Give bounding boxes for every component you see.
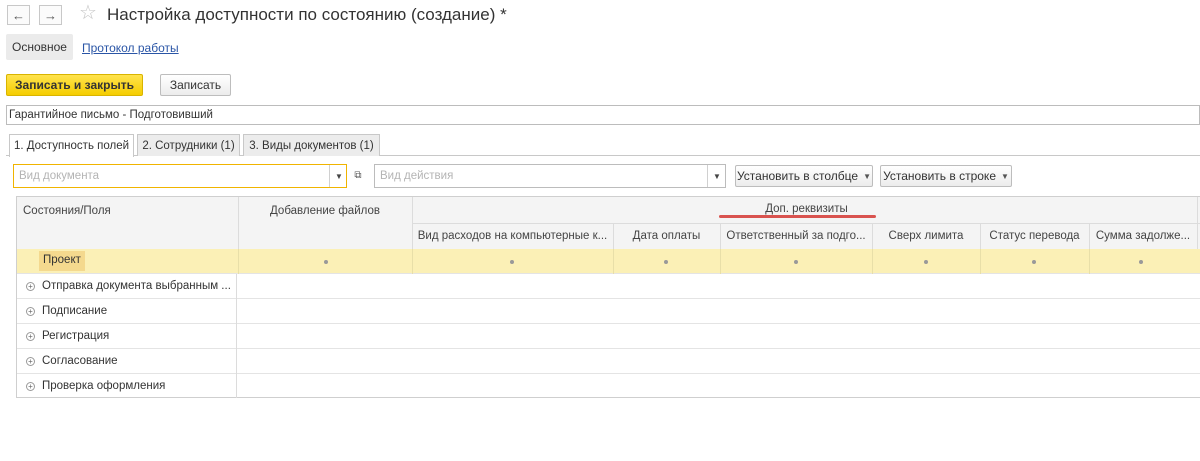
dropdown-caret-icon[interactable]: ▼ (329, 165, 348, 187)
access-dot-icon[interactable] (794, 260, 798, 264)
col-header-states[interactable]: Состояния/Поля (23, 205, 111, 217)
column-divider (980, 249, 981, 274)
access-dot-icon[interactable] (1032, 260, 1036, 264)
col-header-extra[interactable]: Вид расходов на компьютерные к... (412, 224, 613, 249)
open-icon[interactable]: ⧉ (350, 166, 366, 184)
row-label: Проверка оформления (42, 380, 166, 392)
column-divider (1197, 197, 1198, 249)
column-divider (872, 249, 873, 274)
set-in-column-label: Установить в столбце (736, 169, 859, 183)
column-divider (720, 224, 721, 249)
table-row[interactable]: + Отправка документа выбранным ... (17, 274, 1200, 299)
col-header-extra[interactable]: Ответственный за подго... (720, 224, 872, 249)
column-divider (236, 324, 237, 349)
tab-document-types[interactable]: 3. Виды документов (1) (243, 134, 380, 156)
col-header-add-files[interactable]: Добавление файлов (238, 197, 412, 249)
forward-button[interactable]: → (39, 5, 62, 25)
row-label: Согласование (42, 355, 118, 367)
column-divider (412, 249, 413, 274)
table-row[interactable]: + Согласование (17, 349, 1200, 374)
arrow-left-icon: ← (12, 7, 25, 23)
col-group-extra-attributes[interactable]: Доп. реквизиты (412, 197, 1200, 223)
star-icon[interactable]: ☆ (79, 3, 97, 23)
document-type-combo[interactable]: Вид документа ▼ (13, 164, 347, 188)
column-divider (1089, 224, 1090, 249)
col-header-extra[interactable]: Дата оплаты (613, 224, 720, 249)
table-row[interactable]: + Регистрация (17, 324, 1200, 349)
column-divider (613, 224, 614, 249)
document-type-placeholder: Вид документа (19, 170, 100, 182)
name-field[interactable]: Гарантийное письмо - Подготовивший (6, 105, 1200, 125)
row-label: Проект (39, 251, 85, 271)
action-type-placeholder: Вид действия (380, 170, 454, 182)
set-in-row-button[interactable]: Установить в строке ▼ (880, 165, 1012, 187)
availability-table: Состояния/Поля Добавление файлов Доп. ре… (16, 196, 1200, 398)
col-header-extra[interactable]: Сумма задолже... (1089, 224, 1197, 249)
set-in-column-button[interactable]: Установить в столбце ▼ (735, 165, 873, 187)
action-type-combo[interactable]: Вид действия ▼ (374, 164, 726, 188)
expand-icon[interactable]: + (26, 332, 35, 341)
table-row[interactable]: + Проверка оформления (17, 374, 1200, 399)
column-divider (238, 197, 239, 249)
col-header-extra[interactable]: Сверх лимита (872, 224, 980, 249)
column-divider (980, 224, 981, 249)
set-in-row-label: Установить в строке (883, 169, 996, 183)
back-button[interactable]: ← (7, 5, 30, 25)
row-label: Регистрация (42, 330, 110, 342)
save-and-close-button[interactable]: Записать и закрыть (6, 74, 143, 96)
section-main[interactable]: Основное (6, 34, 73, 60)
access-dot-icon[interactable] (324, 260, 328, 264)
column-divider (236, 349, 237, 374)
col-header-extra[interactable]: Статус перевода (980, 224, 1089, 249)
window-title: Настройка доступности по состоянию (созд… (107, 5, 507, 24)
column-divider (236, 299, 237, 324)
column-divider (412, 197, 413, 249)
chevron-down-icon: ▼ (1001, 171, 1009, 181)
expand-icon[interactable]: + (26, 357, 35, 366)
column-divider (613, 249, 614, 274)
column-divider (236, 274, 237, 299)
column-divider (720, 249, 721, 274)
section-log-link[interactable]: Протокол работы (82, 41, 179, 55)
column-divider (236, 374, 237, 398)
expand-icon[interactable]: + (26, 382, 35, 391)
dropdown-caret-icon[interactable]: ▼ (707, 165, 726, 187)
tab-fields-availability[interactable]: 1. Доступность полей (9, 134, 134, 157)
access-dot-icon[interactable] (924, 260, 928, 264)
access-dot-icon[interactable] (664, 260, 668, 264)
table-row[interactable]: + Подписание (17, 299, 1200, 324)
tab-employees[interactable]: 2. Сотрудники (1) (137, 134, 240, 156)
access-dot-icon[interactable] (510, 260, 514, 264)
column-divider (1089, 249, 1090, 274)
header-divider (412, 223, 1200, 224)
row-label: Подписание (42, 305, 108, 317)
column-divider (872, 224, 873, 249)
chevron-down-icon: ▼ (863, 171, 871, 181)
expand-icon[interactable]: + (26, 307, 35, 316)
access-dot-icon[interactable] (1139, 260, 1143, 264)
arrow-right-icon: → (44, 7, 57, 23)
table-row[interactable]: Проект (17, 249, 1200, 274)
annotation-underline (719, 215, 876, 218)
row-label: Отправка документа выбранным ... (42, 280, 231, 292)
save-button[interactable]: Записать (160, 74, 231, 96)
column-divider (238, 249, 239, 274)
expand-icon[interactable]: + (26, 282, 35, 291)
